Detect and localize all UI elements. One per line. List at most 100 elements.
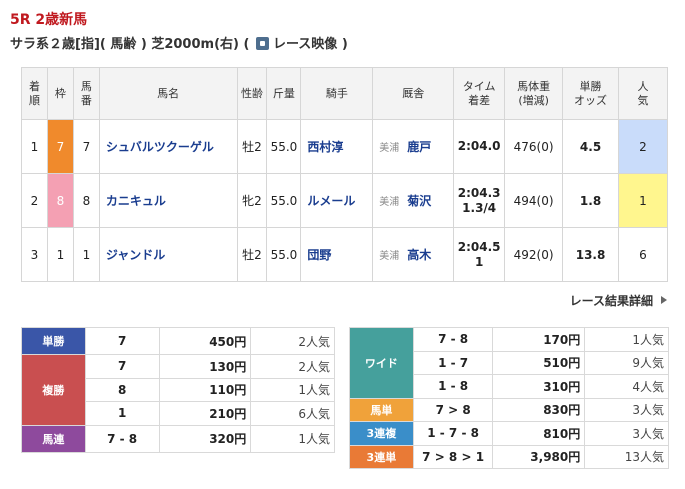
affiliation: 美浦	[379, 143, 400, 154]
payout-amount: 320円	[158, 424, 252, 453]
results-header-row: 着順 枠 馬番 馬名 性齢 斤量 騎手 厩舎 タイム 着差 馬体重 (増減) 単勝オ…	[21, 67, 668, 120]
horse-number: 7	[72, 119, 100, 174]
trainer-link[interactable]: 高木	[407, 248, 431, 262]
payout-popularity: 2人気	[250, 327, 335, 355]
payout-amount: 210円	[158, 401, 252, 426]
payout-popularity: 1人気	[250, 424, 335, 453]
arrow-right-icon	[661, 296, 667, 304]
table-row: 3 1 1 ジャンドル 牡2 55.0 団野 美浦 高木 2:04.5 1 492(…	[21, 227, 668, 282]
popularity-cell: 6	[618, 227, 668, 282]
payout-amount: 510円	[492, 350, 586, 375]
payout-combo: 1	[84, 401, 160, 426]
payout-combo: 1 - 7	[412, 350, 494, 375]
payout-popularity: 1人気	[250, 377, 335, 402]
payout-table-right: ワイド 7 - 8 170円 1人気 1 - 7 510円 9人気 1 - 8 …	[349, 327, 669, 469]
weight-cell: 55.0	[266, 227, 302, 282]
weight-cell: 55.0	[266, 119, 302, 174]
header-time: タイム 着差	[453, 67, 506, 120]
horse-number: 1	[72, 227, 100, 282]
jockey-link[interactable]: 西村淳	[300, 119, 374, 174]
trainer-cell: 美浦 菊沢	[372, 173, 455, 228]
jockey-link[interactable]: 団野	[300, 227, 374, 282]
payout-popularity: 6人気	[250, 401, 335, 426]
horse-name-link[interactable]: シュバルツクーゲル	[98, 119, 238, 174]
header-pop: 人気	[618, 67, 668, 120]
payout-row: 馬連 7 - 8 320円 1人気	[21, 424, 335, 453]
body-weight-cell: 492(0)	[504, 227, 564, 282]
trainer-link[interactable]: 菊沢	[407, 194, 431, 208]
payout-combo: 7	[84, 354, 160, 379]
header-jockey: 騎手	[300, 67, 374, 120]
horse-name-link[interactable]: カニキュル	[98, 173, 238, 228]
payout-popularity: 3人気	[584, 421, 669, 446]
rank-cell: 3	[21, 227, 48, 282]
header-body: 馬体重 (増減)	[504, 67, 564, 120]
rank-cell: 2	[21, 173, 48, 228]
header-horse: 馬名	[98, 67, 238, 120]
payout-amount: 810円	[492, 421, 586, 446]
jockey-link[interactable]: ルメール	[300, 173, 374, 228]
payout-popularity: 1人気	[584, 327, 669, 352]
payout-combo: 1 - 7 - 8	[412, 421, 494, 446]
horse-number: 8	[72, 173, 100, 228]
payout-popularity: 9人気	[584, 350, 669, 375]
time-cell: 2:04.0	[453, 119, 506, 174]
header-sexage: 性齢	[236, 67, 268, 120]
waku-badge: 8	[46, 173, 74, 228]
race-info: サラ系２歳[指]( 馬齢 ) 芝2000m(右) ( レース映像 )	[10, 33, 348, 52]
header-weight: 斤量	[266, 67, 302, 120]
popularity-cell: 2	[618, 119, 668, 174]
bet-type-wide: ワイド	[349, 327, 414, 399]
sexage-cell: 牝2	[236, 173, 268, 228]
payout-row: 複勝 7 130円 2人気	[21, 354, 335, 426]
header-odds: 単勝 オッズ	[562, 67, 619, 120]
race-video-link[interactable]: レース映像 )	[273, 37, 348, 52]
payout-popularity: 4人気	[584, 374, 669, 399]
payout-row: ワイド 7 - 8 170円 1人気	[349, 327, 669, 399]
race-detail-link[interactable]: レース結果詳細	[570, 292, 667, 309]
bet-type-umaren: 馬連	[21, 424, 86, 453]
payout-combo: 7	[84, 327, 160, 355]
body-weight-cell: 494(0)	[504, 173, 564, 228]
table-row: 2 8 8 カニキュル 牝2 55.0 ルメール 美浦 菊沢 2:04.3 1.3/…	[21, 173, 668, 228]
sexage-cell: 牡2	[236, 119, 268, 174]
payout-amount: 110円	[158, 377, 252, 402]
bet-type-tansho: 単勝	[21, 327, 86, 355]
bet-type-umatan: 馬単	[349, 397, 414, 422]
header-waku: 枠	[46, 67, 74, 120]
trainer-cell: 美浦 鹿戸	[372, 119, 455, 174]
payout-row: 3連単 7 > 8 > 1 3,980円 13人気	[349, 444, 669, 469]
payout-popularity: 2人気	[250, 354, 335, 379]
header-rank: 着順	[21, 67, 48, 120]
results-table: 着順 枠 馬番 馬名 性齢 斤量 騎手 厩舎 タイム 着差 馬体重 (増減) 単勝オ…	[21, 67, 668, 282]
payout-combo: 7 > 8 > 1	[412, 444, 494, 469]
header-trainer: 厩舎	[372, 67, 455, 120]
waku-badge: 1	[46, 227, 74, 282]
odds-cell: 1.8	[562, 173, 619, 228]
bet-type-sanrenpuku: 3連複	[349, 421, 414, 446]
payout-amount: 3,980円	[492, 444, 586, 469]
header-num: 馬番	[72, 67, 100, 120]
trainer-link[interactable]: 鹿戸	[407, 140, 431, 154]
table-row: 1 7 7 シュバルツクーゲル 牡2 55.0 西村淳 美浦 鹿戸 2:04.0 …	[21, 119, 668, 174]
payout-combo: 1 - 8	[412, 374, 494, 399]
popularity-cell: 1	[618, 173, 668, 228]
payout-combo: 7 - 8	[84, 424, 160, 453]
trainer-cell: 美浦 高木	[372, 227, 455, 282]
video-icon[interactable]	[255, 37, 269, 50]
sexage-cell: 牡2	[236, 227, 268, 282]
payout-amount: 130円	[158, 354, 252, 379]
payout-table-left: 単勝 7 450円 2人気 複勝 7 130円 2人気 8 110円 1人気 1…	[21, 327, 335, 453]
bet-type-fukusho: 複勝	[21, 354, 86, 426]
horse-name-link[interactable]: ジャンドル	[98, 227, 238, 282]
payout-amount: 450円	[158, 327, 252, 355]
body-weight-cell: 476(0)	[504, 119, 564, 174]
payout-combo: 7 - 8	[412, 327, 494, 352]
affiliation: 美浦	[379, 251, 400, 262]
payout-amount: 310円	[492, 374, 586, 399]
payout-popularity: 3人気	[584, 397, 669, 422]
rank-cell: 1	[21, 119, 48, 174]
bet-type-sanrentan: 3連単	[349, 444, 414, 469]
time-cell: 2:04.3 1.3/4	[453, 173, 506, 228]
payout-row: 単勝 7 450円 2人気	[21, 327, 335, 355]
